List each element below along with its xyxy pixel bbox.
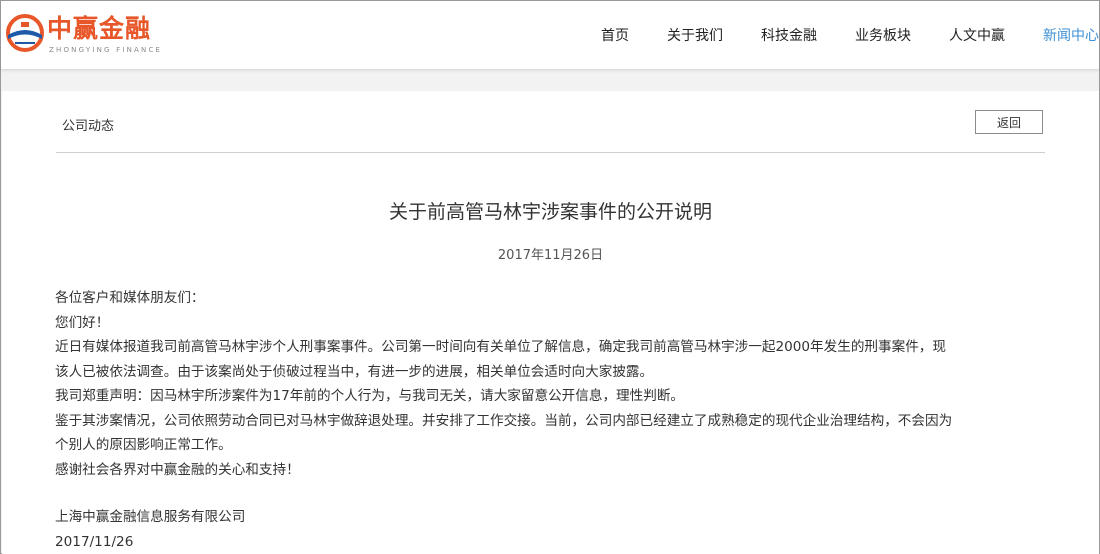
article-line: 感谢社会各界对中赢金融的关心和支持！ xyxy=(55,461,300,478)
main-nav: 首页 关于我们 科技金融 业务板块 人文中赢 新闻中心 xyxy=(1,1,1099,69)
article-line: 个别人的原因影响正常工作。 xyxy=(55,437,232,453)
back-button[interactable]: 返回 xyxy=(975,110,1043,134)
site-header: 中赢金融 ZHONGYING FINANCE 首页 关于我们 科技金融 业务板块… xyxy=(1,1,1099,70)
article-line: 该人已被依法调查。由于该案尚处于侦破过程当中，有进一步的进展，相关单位会适时向大… xyxy=(55,363,654,380)
nav-item-business[interactable]: 业务板块 xyxy=(855,25,911,45)
nav-item-about[interactable]: 关于我们 xyxy=(667,25,723,45)
nav-item-home[interactable]: 首页 xyxy=(601,25,629,45)
article-line: 鉴于其涉案情况，公司依照劳动合同已对马林宇做辞退处理。并安排了工作交接。当前，公… xyxy=(55,412,953,429)
signature-company: 上海中赢金融信息服务有限公司 xyxy=(55,509,246,525)
nav-item-tech-finance[interactable]: 科技金融 xyxy=(761,25,817,45)
breadcrumb[interactable]: 公司动态 xyxy=(62,115,114,134)
divider xyxy=(56,152,1045,153)
article-date: 2017年11月26日 xyxy=(497,248,604,263)
article-signature: 上海中赢金融信息服务有限公司 2017/11/26 xyxy=(55,505,245,554)
article-body: 各位客户和媒体朋友们： 您们好！ 近日有媒体报道我司前高管马林宇涉个人刑事案事件… xyxy=(55,286,1055,482)
article-line: 近日有媒体报道我司前高管马林宇涉个人刑事案事件。公司第一时间向有关单位了解信息，… xyxy=(55,339,946,355)
nav-item-culture[interactable]: 人文中赢 xyxy=(949,25,1005,45)
article-line: 我司郑重声明：因马林宇所涉案件为17年前的个人行为，与我司无关，请大家留意公开信… xyxy=(55,388,685,404)
article-panel: 公司动态 返回 关于前高管马林宇涉案事件的公开说明 2017年11月26日 各位… xyxy=(2,91,1099,554)
article-line: 您们好！ xyxy=(55,314,110,331)
article-title: 关于前高管马林宇涉案事件的公开说明 xyxy=(388,201,712,223)
signature-date: 2017/11/26 xyxy=(55,533,134,550)
nav-item-news[interactable]: 新闻中心 xyxy=(1043,25,1099,45)
article-line: 各位客户和媒体朋友们： xyxy=(55,290,205,306)
